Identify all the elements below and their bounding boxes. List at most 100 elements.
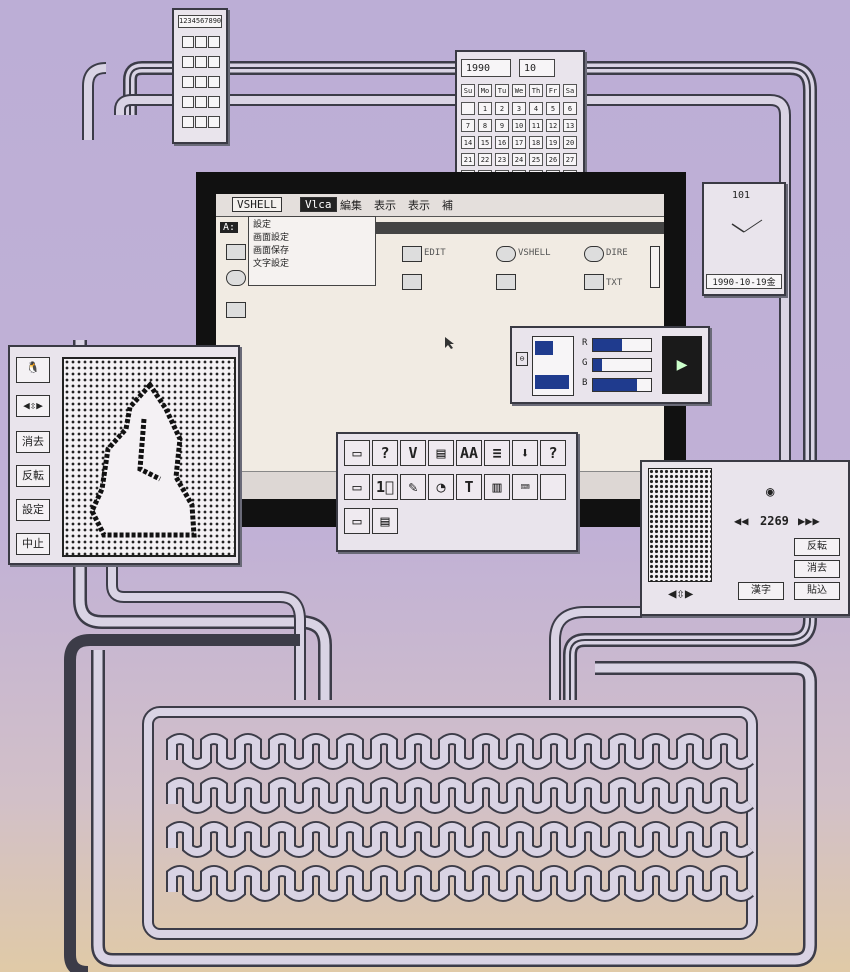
palette-icon[interactable]: ▥ <box>484 474 510 500</box>
doc-icon[interactable]: ≡ <box>484 440 510 466</box>
font-size-icon[interactable]: 1⃣ <box>372 474 398 500</box>
calendar-day[interactable]: 8 <box>478 119 492 132</box>
invert-button[interactable]: 反転 <box>794 538 840 556</box>
slider-b[interactable] <box>592 378 652 392</box>
file-icon[interactable] <box>584 274 604 290</box>
calendar-day[interactable]: 5 <box>546 102 560 115</box>
scrollbar[interactable] <box>650 246 660 288</box>
calendar-day[interactable]: 23 <box>495 153 509 166</box>
drawing-icon[interactable]: ✎ <box>400 474 426 500</box>
drive-label[interactable]: A: <box>220 222 239 233</box>
calculator-key[interactable] <box>208 116 220 128</box>
file-icon[interactable]: ▤ <box>428 440 454 466</box>
calc-icon[interactable] <box>540 474 566 500</box>
next-button[interactable]: ▶▶▶ <box>798 514 820 528</box>
penguin-icon[interactable]: 🐧 <box>16 357 50 383</box>
window-title-bar[interactable] <box>376 222 664 234</box>
font-icon[interactable]: AA <box>456 440 482 466</box>
file-label[interactable]: TXT <box>606 278 622 288</box>
calendar-month-field[interactable]: 10 <box>519 59 555 77</box>
move-arrows-icon[interactable]: ◀⇳▶ <box>16 395 50 417</box>
calendar-day[interactable]: 4 <box>529 102 543 115</box>
calculator-key[interactable] <box>195 76 207 88</box>
prev-button[interactable]: ◀◀ <box>734 514 748 528</box>
disk-icon[interactable]: ▤ <box>372 508 398 534</box>
calculator-key[interactable] <box>208 76 220 88</box>
slider-g[interactable] <box>592 358 652 372</box>
clear-button[interactable]: 消去 <box>794 560 840 578</box>
file-label[interactable]: VSHELL <box>518 248 551 258</box>
paste-button[interactable]: 貼込 <box>794 582 840 600</box>
calendar-day[interactable]: 9 <box>495 119 509 132</box>
file-icon[interactable] <box>226 302 246 318</box>
folder-icon[interactable]: ▭ <box>344 508 370 534</box>
calendar-day[interactable]: 1 <box>478 102 492 115</box>
calculator-key[interactable] <box>195 36 207 48</box>
file-label[interactable]: DIRE <box>606 248 628 258</box>
calendar-day[interactable]: 7 <box>461 119 475 132</box>
calendar-day[interactable]: 26 <box>546 153 560 166</box>
printer-icon[interactable]: ▭ <box>344 474 370 500</box>
calendar-day[interactable]: 24 <box>512 153 526 166</box>
calculator-key[interactable] <box>182 76 194 88</box>
calculator-key[interactable] <box>208 56 220 68</box>
menu-item-aux[interactable]: 補 <box>442 197 453 213</box>
calendar-day[interactable]: 3 <box>512 102 526 115</box>
menu-tab-vshell[interactable]: VSHELL <box>232 197 282 212</box>
calendar-day[interactable]: 6 <box>563 102 577 115</box>
calendar-day[interactable]: 20 <box>563 136 577 149</box>
dropdown-item[interactable]: 文字設定 <box>253 258 371 271</box>
file-icon[interactable] <box>226 270 246 286</box>
play-arrow-icon[interactable]: ▶ <box>662 336 702 394</box>
calculator-key[interactable] <box>182 116 194 128</box>
file-label[interactable]: EDIT <box>424 248 446 258</box>
file-icon[interactable] <box>226 244 246 260</box>
calculator-key[interactable] <box>195 96 207 108</box>
slider-r[interactable] <box>592 338 652 352</box>
file-icon[interactable] <box>496 246 516 262</box>
calculator-key[interactable] <box>195 56 207 68</box>
calculator-key[interactable] <box>208 96 220 108</box>
pixel-grid[interactable] <box>62 357 236 557</box>
calendar-day[interactable]: 12 <box>546 119 560 132</box>
calendar-day[interactable]: 11 <box>529 119 543 132</box>
dropdown-item[interactable]: 設定 <box>253 219 371 232</box>
clock-icon[interactable]: ◔ <box>428 474 454 500</box>
dropdown-item[interactable]: 画面保存 <box>253 245 371 258</box>
text-icon[interactable]: T <box>456 474 482 500</box>
keyboard-icon[interactable]: ⌨ <box>512 474 538 500</box>
paint-icon[interactable]: ⬇ <box>512 440 538 466</box>
kanji-button[interactable]: 漢字 <box>738 582 784 600</box>
move-arrows-icon[interactable]: ◀⇳▶ <box>668 586 693 602</box>
calendar-day[interactable]: 17 <box>512 136 526 149</box>
file-icon[interactable] <box>402 274 422 290</box>
file-icon[interactable] <box>584 246 604 262</box>
calendar-day[interactable]: 18 <box>529 136 543 149</box>
calculator-key[interactable] <box>182 96 194 108</box>
font-pixel-grid[interactable] <box>648 468 712 582</box>
clear-button[interactable]: 消去 <box>16 431 50 453</box>
calendar-day[interactable]: 25 <box>529 153 543 166</box>
calendar-day[interactable]: 19 <box>546 136 560 149</box>
menu-tab-icon[interactable]: Vlca <box>300 197 337 212</box>
calculator-key[interactable] <box>208 36 220 48</box>
calculator-key[interactable] <box>182 36 194 48</box>
menu-item-view[interactable]: 表示 <box>374 197 396 213</box>
calendar-day[interactable]: 15 <box>478 136 492 149</box>
calendar-day[interactable]: 27 <box>563 153 577 166</box>
file-icon[interactable] <box>402 246 422 262</box>
menu-item-edit[interactable]: 編集 <box>340 197 362 213</box>
calendar-day[interactable]: 14 <box>461 136 475 149</box>
set-button[interactable]: 設定 <box>16 499 50 521</box>
calendar-day[interactable]: 22 <box>478 153 492 166</box>
tool-icon[interactable]: ? <box>540 440 566 466</box>
calendar-year-field[interactable]: 1990 <box>461 59 511 77</box>
invert-button[interactable]: 反転 <box>16 465 50 487</box>
file-icon[interactable] <box>496 274 516 290</box>
calendar-day[interactable]: 21 <box>461 153 475 166</box>
vshell-icon[interactable]: V <box>400 440 426 466</box>
calendar-day[interactable]: 10 <box>512 119 526 132</box>
calendar-day[interactable]: 2 <box>495 102 509 115</box>
calculator-key[interactable] <box>195 116 207 128</box>
panel-menu-icon[interactable]: ⊖ <box>516 352 528 366</box>
